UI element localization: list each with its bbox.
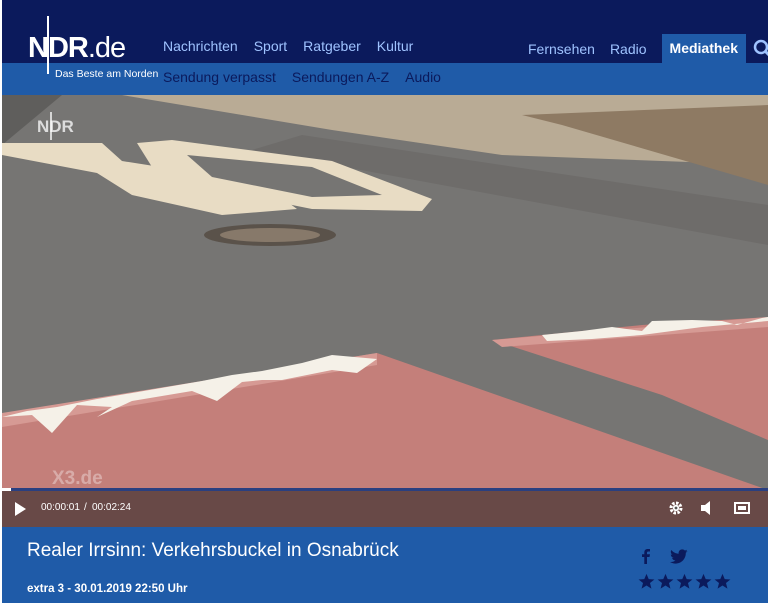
ndr-logo[interactable]: NDR.de Das Beste am Norden <box>28 16 158 80</box>
fullscreen-icon[interactable] <box>734 501 750 515</box>
search-icon[interactable] <box>752 38 768 60</box>
nav-item-radio[interactable]: Radio <box>610 35 647 63</box>
subnav-item-sendung-verpasst[interactable]: Sendung verpasst <box>163 69 276 85</box>
video-info-panel: Realer Irrsinn: Verkehrsbuckel in Osnabr… <box>2 527 768 603</box>
media-nav: Fernsehen Radio Mediathek <box>528 34 768 63</box>
nav-item-nachrichten[interactable]: Nachrichten <box>163 38 238 54</box>
subnav-item-audio[interactable]: Audio <box>405 69 441 85</box>
volume-icon[interactable] <box>700 500 714 516</box>
star-icon[interactable] <box>657 573 674 590</box>
channel-bug: NDR <box>37 117 74 136</box>
duration: 00:02:24 <box>92 502 131 513</box>
main-nav: Nachrichten Sport Ratgeber Kultur <box>163 38 413 54</box>
nav-item-sport[interactable]: Sport <box>254 38 287 54</box>
sub-nav: Sendung verpasst Sendungen A-Z Audio <box>163 69 441 85</box>
facebook-icon[interactable] <box>640 548 652 564</box>
logo-tagline: Das Beste am Norden <box>55 68 159 80</box>
current-time: 00:00:01 <box>41 502 80 513</box>
star-icon[interactable] <box>695 573 712 590</box>
star-icon[interactable] <box>638 573 655 590</box>
nav-item-kultur[interactable]: Kultur <box>377 38 414 54</box>
logo-wordmark: NDR.de <box>28 32 126 64</box>
video-watermark: X3.de <box>52 468 103 489</box>
nav-item-mediathek[interactable]: Mediathek <box>661 34 746 63</box>
settings-gear-icon[interactable] <box>668 500 684 516</box>
play-icon[interactable] <box>13 501 27 517</box>
video-meta: extra 3 - 30.01.2019 22:50 Uhr <box>27 583 188 595</box>
video-title: Realer Irrsinn: Verkehrsbuckel in Osnabr… <box>27 540 399 561</box>
star-icon[interactable] <box>676 573 693 590</box>
twitter-icon[interactable] <box>670 549 688 564</box>
star-icon[interactable] <box>714 573 731 590</box>
rating-stars[interactable] <box>638 573 731 590</box>
player-controls: 00:00:01 / 00:02:24 <box>2 491 768 527</box>
time-separator: / <box>84 502 87 513</box>
video-frame <box>2 95 768 527</box>
video-player[interactable]: NDR X3.de 00:00:01 / 00:02:24 <box>2 95 768 527</box>
nav-item-fernsehen[interactable]: Fernsehen <box>528 35 595 63</box>
nav-item-ratgeber[interactable]: Ratgeber <box>303 38 361 54</box>
page-frame: NDR.de Das Beste am Norden Nachrichten S… <box>0 0 768 603</box>
subnav-item-sendungen-a-z[interactable]: Sendungen A-Z <box>292 69 389 85</box>
